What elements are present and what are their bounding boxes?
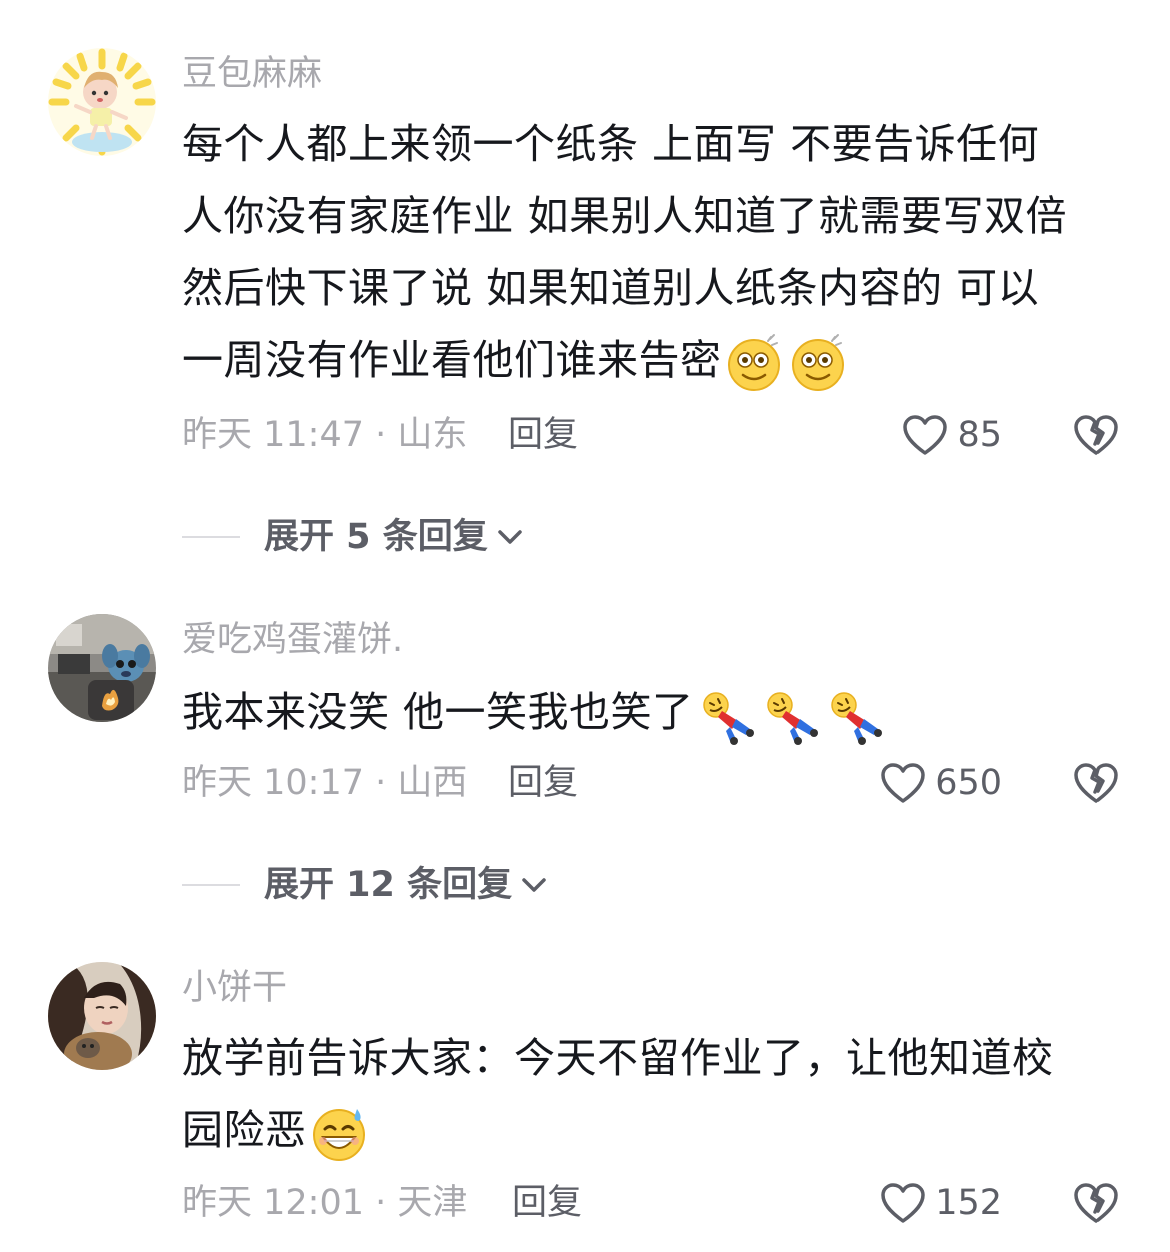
- broken-heart-icon[interactable]: [1072, 412, 1120, 458]
- comment-line: 我本来没笑 他一笑我也笑了: [182, 676, 1122, 748]
- avatar[interactable]: [48, 48, 156, 156]
- chevron-down-icon: [497, 530, 522, 544]
- divider: [182, 884, 240, 886]
- comment-meta: 昨天 12:01 · 天津 回复 152: [182, 1178, 1170, 1228]
- comment-line: 每个人都上来领一个纸条 上面写 不要告诉任何: [182, 120, 1040, 168]
- comment-meta: 昨天 11:47 · 山东 回复 85: [182, 410, 1170, 460]
- heart-outline-icon: [881, 1183, 925, 1223]
- comment-text: 每个人都上来领一个纸条 上面写 不要告诉任何 人你没有家庭作业 如果别人知道了就…: [182, 108, 1122, 396]
- chevron-down-icon: [522, 878, 546, 892]
- expand-replies-button[interactable]: 展开 12 条回复: [182, 860, 550, 910]
- comment-list: 豆包麻麻 每个人都上来领一个纸条 上面写 不要告诉任何 人你没有家庭作业 如果别…: [0, 0, 1170, 1252]
- timestamp-location: 昨天 10:17 · 山西: [182, 763, 468, 803]
- dizzy-face-emoji: [788, 333, 848, 393]
- comment-text: 我本来没笑 他一笑我也笑了: [182, 676, 1122, 748]
- timestamp-location: 昨天 11:47 · 山东: [182, 415, 468, 455]
- comment-line: 人你没有家庭作业 如果别人知道了就需要写双倍: [182, 192, 1068, 240]
- reply-button[interactable]: 回复: [508, 410, 578, 460]
- broken-heart-icon[interactable]: [1072, 760, 1120, 806]
- comment-line: 一周没有作业看他们谁来告密: [182, 324, 1122, 396]
- like-count: 152: [935, 1183, 1002, 1223]
- broken-heart-icon[interactable]: [1072, 1180, 1120, 1226]
- rolling-laughing-person-emoji: [824, 685, 884, 745]
- like-button[interactable]: 650: [879, 758, 1002, 808]
- comment-text: 放学前告诉大家：今天不留作业了，让他知道校 园险恶: [182, 1022, 1122, 1166]
- username[interactable]: 豆包麻麻: [182, 52, 322, 96]
- avatar[interactable]: [48, 614, 156, 722]
- like-count: 85: [957, 415, 1002, 455]
- comment-meta: 昨天 10:17 · 山西 回复 650: [182, 758, 1170, 808]
- comment-line-text: 我本来没笑 他一笑我也笑了: [182, 688, 694, 736]
- timestamp-location: 昨天 12:01 · 天津: [182, 1183, 468, 1223]
- reply-button[interactable]: 回复: [508, 758, 578, 808]
- expand-replies-button[interactable]: 展开 5 条回复: [182, 512, 526, 562]
- heart-outline-icon: [881, 763, 925, 803]
- comment-line: 然后快下课了说 如果知道别人纸条内容的 可以: [182, 264, 1040, 312]
- heart-outline-icon: [903, 415, 948, 455]
- dizzy-face-emoji: [724, 333, 784, 393]
- like-button[interactable]: 85: [901, 410, 1002, 460]
- expand-replies-label: 展开 12 条回复: [264, 865, 513, 905]
- username[interactable]: 爱吃鸡蛋灌饼.: [182, 618, 403, 662]
- rolling-laughing-person-emoji: [760, 685, 820, 745]
- comment-line: 园险恶: [182, 1094, 1122, 1166]
- comment-line-text: 园险恶: [182, 1106, 307, 1154]
- username[interactable]: 小饼干: [182, 966, 287, 1010]
- divider: [182, 536, 240, 538]
- like-button[interactable]: 152: [879, 1178, 1002, 1228]
- expand-replies-label: 展开 5 条回复: [264, 517, 488, 557]
- like-count: 650: [935, 763, 1002, 803]
- rolling-laughing-person-emoji: [696, 685, 756, 745]
- reply-button[interactable]: 回复: [512, 1178, 582, 1228]
- comment-line: 放学前告诉大家：今天不留作业了，让他知道校: [182, 1034, 1054, 1082]
- grinning-sweat-emoji: [309, 1103, 369, 1163]
- avatar[interactable]: [48, 962, 156, 1070]
- comment-line-text: 一周没有作业看他们谁来告密: [182, 336, 722, 384]
